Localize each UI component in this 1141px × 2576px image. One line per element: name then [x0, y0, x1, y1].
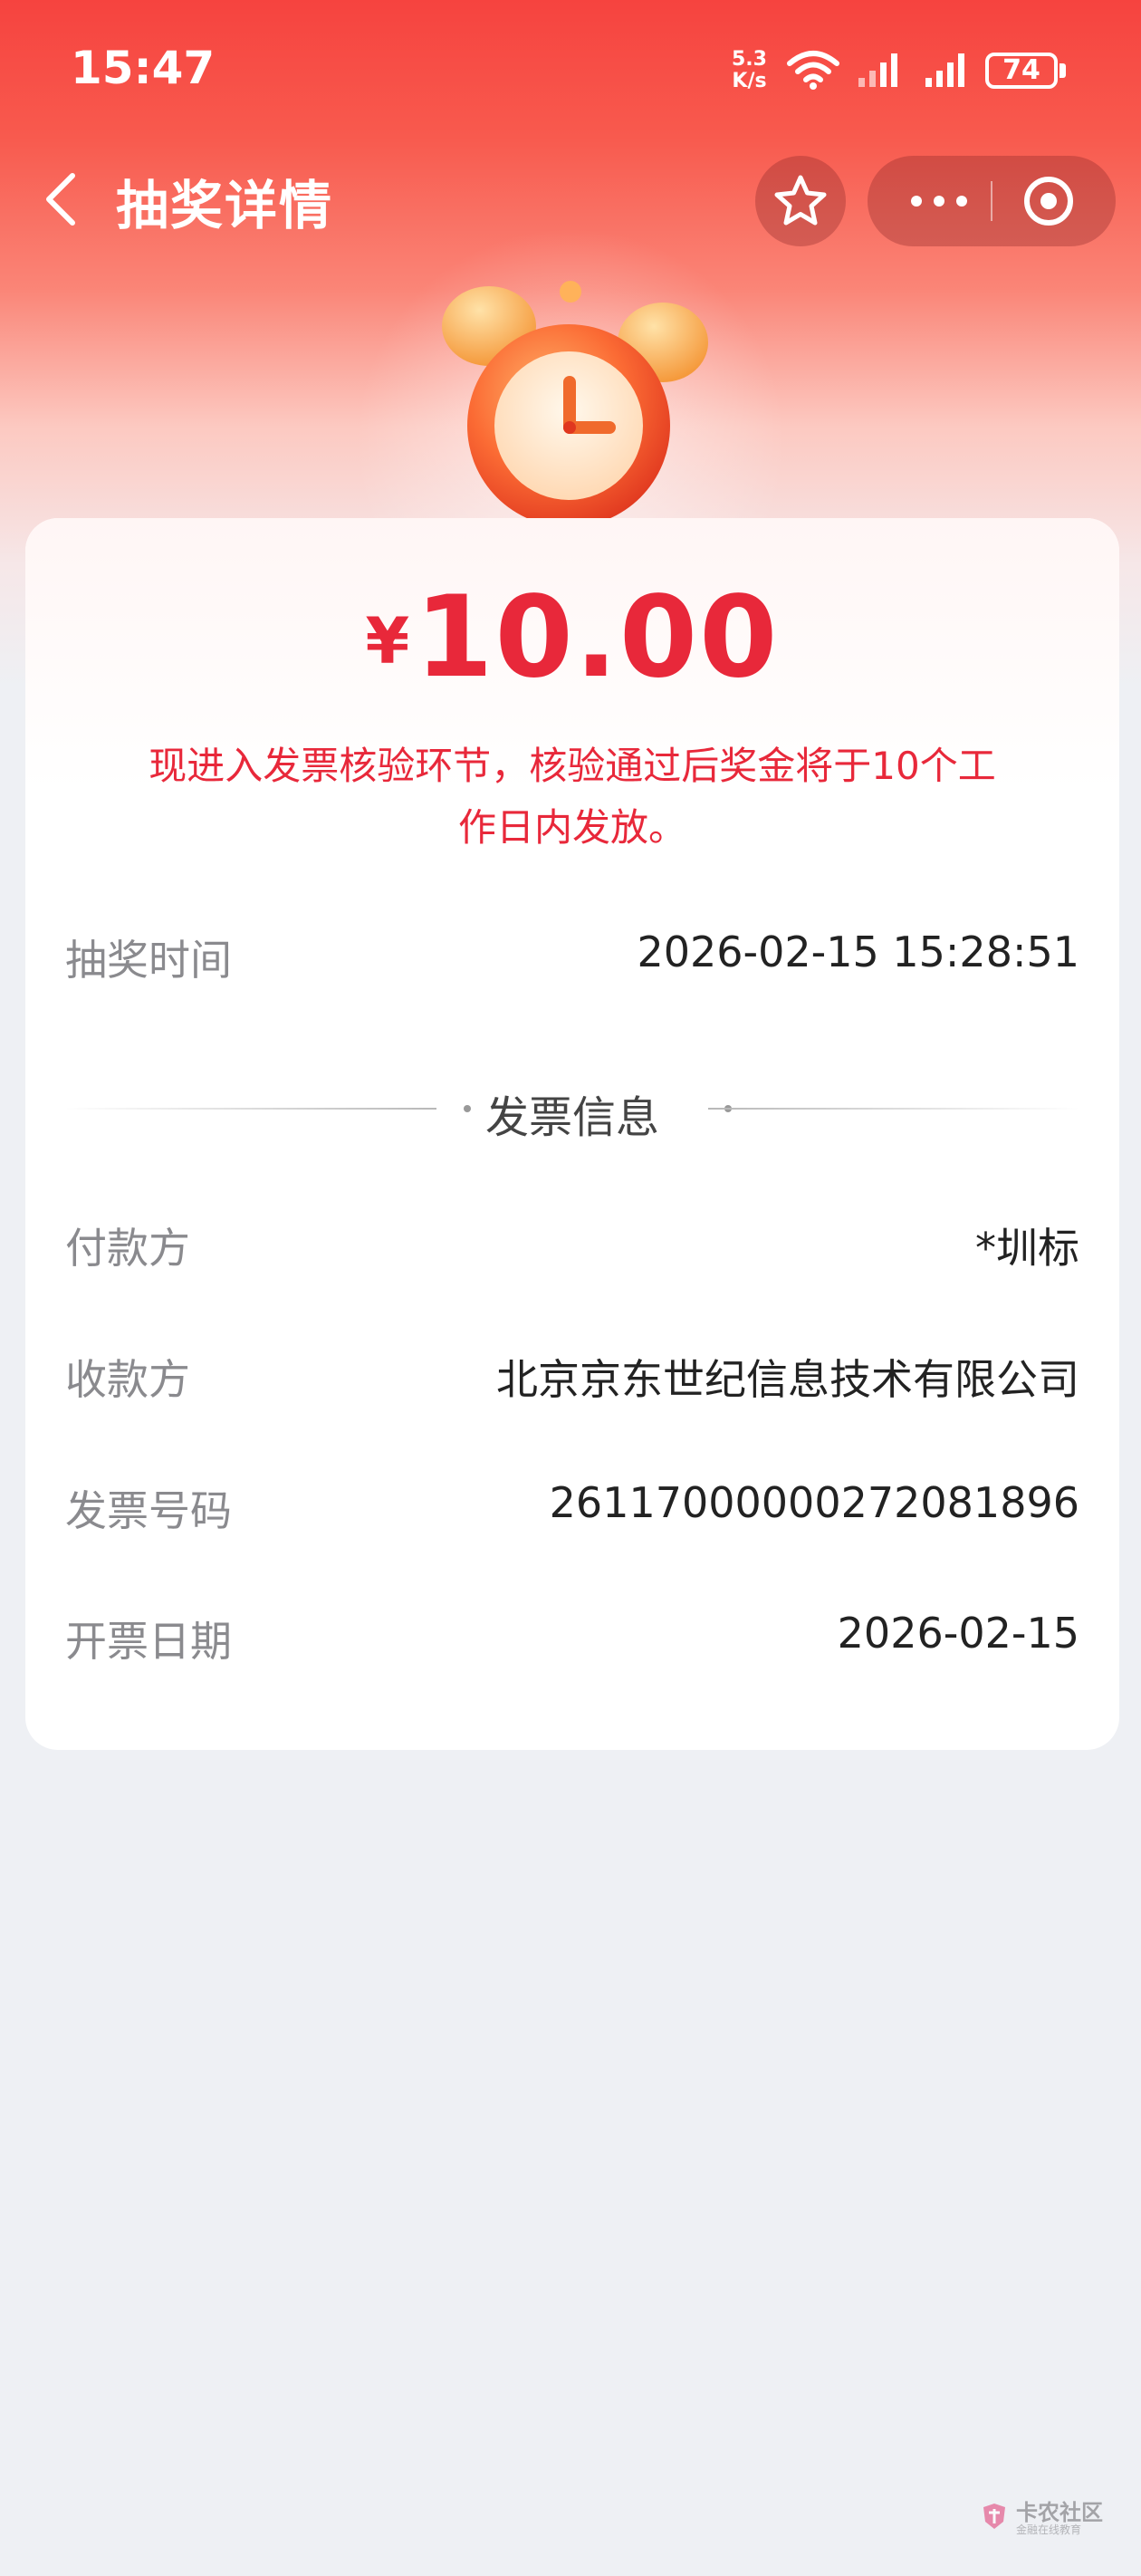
invoice-date-row: 开票日期 2026-02-15: [65, 1598, 1079, 1670]
signal-icon: [925, 53, 964, 87]
payee-value: 北京京东世纪信息技术有限公司: [496, 1355, 1079, 1404]
prize-detail-card: ¥10.00 现进入发票核验环节，核验通过后奖金将于10个工作日内发放。 抽奖时…: [25, 518, 1119, 1750]
wifi-icon: [787, 51, 839, 90]
network-speed-unit: K/s: [732, 70, 767, 92]
payout-notice: 现进入发票核验环节，核验通过后奖金将于10个工作日内发放。: [149, 744, 996, 850]
divider-line: [708, 1108, 1079, 1110]
watermark-subtitle: 金融在线教育: [1016, 2523, 1082, 2536]
payer-row: 付款方 *圳标: [65, 1205, 1079, 1277]
lottery-time-value: 2026-02-15 15:28:51: [637, 928, 1079, 976]
invoice-number-row: 发票号码 26117000000272081896: [65, 1467, 1079, 1540]
status-bar: 15:47 5.3 K/s 74: [0, 0, 1141, 136]
more-icon[interactable]: [907, 187, 971, 216]
network-speed: 5.3 K/s: [732, 49, 767, 92]
star-icon: [774, 175, 827, 226]
network-speed-value: 5.3: [732, 48, 767, 71]
invoice-number-label: 发票号码: [65, 1486, 232, 1535]
mini-program-capsule: [868, 156, 1116, 246]
battery-icon: 74: [985, 53, 1058, 89]
watermark: 卡农社区 金融在线教育: [978, 2491, 1114, 2545]
prize-amount: ¥10.00: [25, 572, 1119, 703]
payer-value: *圳标: [975, 1224, 1079, 1273]
payee-label: 收款方: [65, 1355, 190, 1404]
signal-icon: [858, 53, 897, 87]
watermark-logo-icon: [983, 2504, 1005, 2529]
back-icon[interactable]: [36, 170, 91, 228]
capsule-divider: [991, 181, 992, 221]
invoice-section-divider: 发票信息: [65, 1072, 1079, 1145]
target-icon[interactable]: [1021, 174, 1076, 228]
page-title: 抽奖详情: [116, 175, 334, 236]
alarm-clock-icon: [442, 281, 708, 527]
favorite-button[interactable]: [755, 156, 846, 246]
battery-cap: [1060, 63, 1066, 78]
navigation-bar: 抽奖详情: [0, 145, 1141, 254]
invoice-section-title: 发票信息: [484, 1092, 659, 1143]
prize-amount-value: 10.00: [415, 572, 780, 703]
lottery-time-label: 抽奖时间: [65, 936, 232, 985]
status-time: 15:47: [71, 42, 216, 94]
payee-row: 收款方 北京京东世纪信息技术有限公司: [65, 1336, 1079, 1408]
invoice-number-value: 26117000000272081896: [549, 1478, 1079, 1527]
lottery-time-row: 抽奖时间 2026-02-15 15:28:51: [65, 917, 1079, 989]
invoice-date-label: 开票日期: [65, 1617, 232, 1666]
currency-symbol: ¥: [365, 604, 410, 678]
payer-label: 付款方: [65, 1224, 190, 1273]
invoice-date-value: 2026-02-15: [837, 1609, 1079, 1658]
